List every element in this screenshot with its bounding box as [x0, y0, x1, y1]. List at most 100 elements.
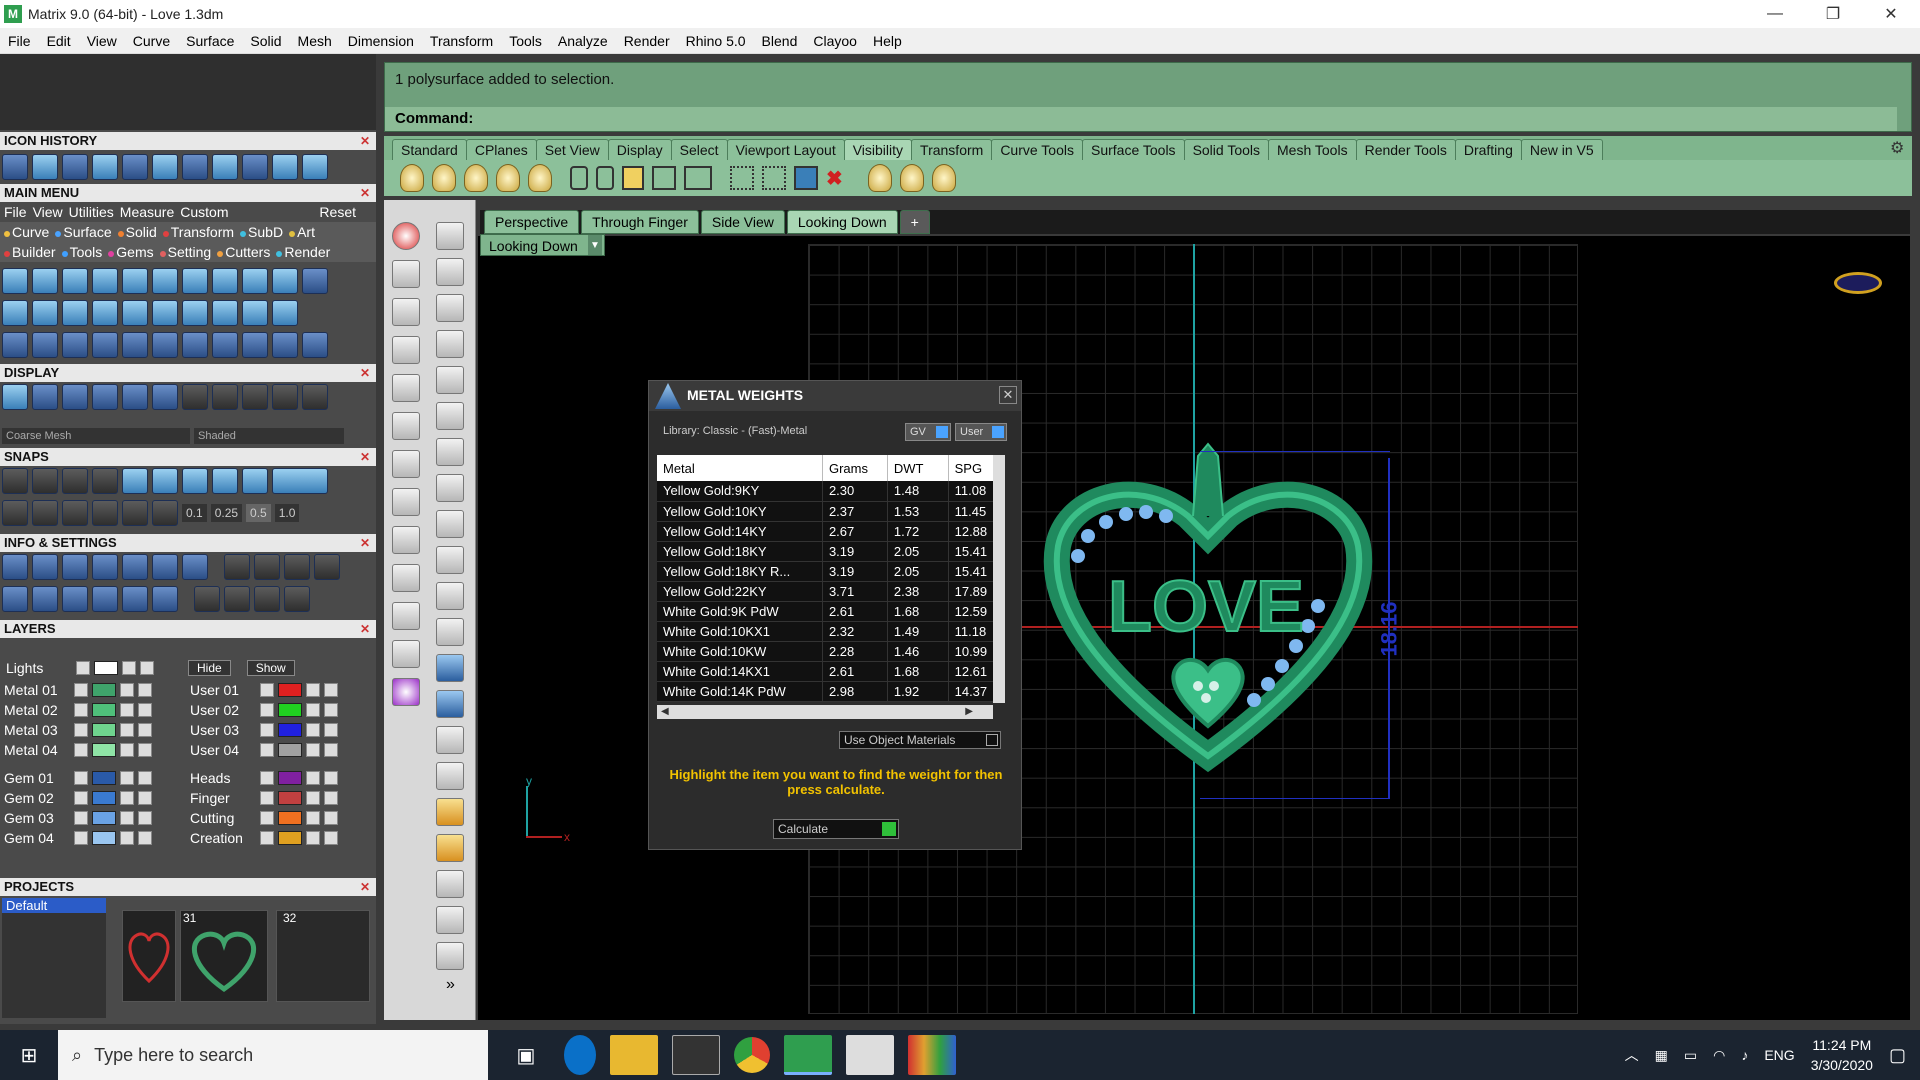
lock-icon[interactable]: [306, 771, 320, 785]
undo-icon[interactable]: [272, 154, 298, 180]
tool-icon[interactable]: [272, 268, 298, 294]
menu-tools[interactable]: Tools: [501, 33, 550, 49]
notification-icon[interactable]: ▢: [1889, 1045, 1906, 1066]
layer-toggle[interactable]: [138, 831, 152, 845]
circle-icon[interactable]: [436, 402, 464, 430]
table-row[interactable]: Yellow Gold:22KY 3.71 2.38 17.89: [657, 581, 1002, 602]
tool-icon[interactable]: [392, 602, 420, 630]
layer-toggle[interactable]: [324, 771, 338, 785]
main-menu-file[interactable]: File: [4, 204, 27, 220]
surface-icon[interactable]: [436, 618, 464, 646]
info-icon[interactable]: [152, 586, 178, 612]
category-surface[interactable]: Surface: [55, 224, 112, 240]
main-menu-utilities[interactable]: Utilities: [69, 204, 114, 220]
box-icon[interactable]: [392, 450, 420, 478]
shaded-icon[interactable]: [62, 384, 88, 410]
circle-icon[interactable]: [302, 332, 328, 358]
tool-icon[interactable]: [182, 332, 208, 358]
tool-icon[interactable]: [242, 268, 268, 294]
maximize-button[interactable]: ❐: [1804, 0, 1862, 28]
layer-toggle[interactable]: [138, 683, 152, 697]
isolate-icon[interactable]: [794, 166, 818, 190]
history-icon[interactable]: [122, 154, 148, 180]
tool-icon[interactable]: [122, 268, 148, 294]
chrome-icon[interactable]: [734, 1037, 770, 1073]
light-icon[interactable]: [436, 798, 464, 826]
grid-icon[interactable]: [2, 500, 28, 526]
layer-name[interactable]: Metal 02: [4, 702, 70, 718]
tab-solid-tools[interactable]: Solid Tools: [1183, 139, 1270, 160]
lock-icon[interactable]: [306, 743, 320, 757]
select-arrow-icon[interactable]: [436, 222, 464, 250]
layer-color[interactable]: [92, 771, 116, 785]
tool-icon[interactable]: [152, 268, 178, 294]
snap-icon[interactable]: [122, 468, 148, 494]
tool-icon[interactable]: [2, 300, 28, 326]
lock-icon[interactable]: [652, 166, 676, 190]
snap-icon[interactable]: [2, 468, 28, 494]
layer-row[interactable]: Gem 03: [4, 810, 152, 826]
tool-icon[interactable]: [92, 332, 118, 358]
tool-icon[interactable]: [272, 332, 298, 358]
lock-icon[interactable]: [120, 723, 134, 737]
layer-name[interactable]: User 04: [190, 742, 256, 758]
stop-icon[interactable]: [392, 222, 420, 250]
history-icon[interactable]: [2, 154, 28, 180]
tab-drafting[interactable]: Drafting: [1454, 139, 1522, 160]
display-icon[interactable]: [122, 384, 148, 410]
tool-icon[interactable]: [392, 260, 420, 288]
tool-icon[interactable]: [392, 640, 420, 668]
category-curve[interactable]: Curve: [4, 224, 49, 240]
layer-row[interactable]: Gem 02: [4, 790, 152, 806]
snap-icon[interactable]: [152, 500, 178, 526]
solid-icon[interactable]: [436, 654, 464, 682]
task-view-icon[interactable]: ▣: [502, 1035, 550, 1075]
tab-transform[interactable]: Transform: [911, 139, 993, 160]
tool-icon[interactable]: [152, 332, 178, 358]
info-icon[interactable]: [92, 586, 118, 612]
layer-name[interactable]: Gem 02: [4, 790, 70, 806]
lock-icon[interactable]: [306, 723, 320, 737]
info-icon[interactable]: [254, 554, 280, 580]
layer-color[interactable]: [278, 683, 302, 697]
close-icon[interactable]: ✕: [360, 878, 370, 896]
layer-color[interactable]: [92, 703, 116, 717]
layer-toggle[interactable]: [260, 791, 274, 805]
category-setting[interactable]: Setting: [159, 244, 211, 260]
tool-icon[interactable]: [392, 298, 420, 326]
layer-color[interactable]: [94, 661, 118, 675]
table-vertical-scrollbar[interactable]: [993, 455, 1005, 703]
search-icon[interactable]: [32, 554, 58, 580]
snap-icon[interactable]: [92, 500, 118, 526]
viewport-tab-through-finger[interactable]: Through Finger: [581, 210, 699, 234]
tool-icon[interactable]: [92, 268, 118, 294]
snap-icon[interactable]: [272, 468, 328, 494]
layer-name[interactable]: Gem 03: [4, 810, 70, 826]
info-icon[interactable]: [92, 554, 118, 580]
layer-toggle[interactable]: [260, 723, 274, 737]
layer-color[interactable]: [92, 743, 116, 757]
surface-icon[interactable]: [436, 582, 464, 610]
ring-preview-icon[interactable]: [1834, 272, 1882, 294]
layer-toggle[interactable]: [260, 703, 274, 717]
sphere-icon[interactable]: [242, 384, 268, 410]
layer-toggle[interactable]: [324, 811, 338, 825]
minimize-button[interactable]: —: [1746, 0, 1804, 28]
project-default[interactable]: Default: [2, 898, 106, 913]
layer-row[interactable]: Finger: [190, 790, 338, 806]
info-icon[interactable]: [224, 554, 250, 580]
layer-toggle[interactable]: [138, 743, 152, 757]
snap-icon[interactable]: [122, 500, 148, 526]
show-bulb-icon[interactable]: [932, 164, 956, 192]
box-icon[interactable]: [392, 526, 420, 554]
menu-analyze[interactable]: Analyze: [550, 33, 616, 49]
select-icon[interactable]: [730, 166, 754, 190]
photos-icon[interactable]: [672, 1035, 720, 1075]
history-icon[interactable]: [62, 154, 88, 180]
tool-icon[interactable]: [2, 332, 28, 358]
menu-view[interactable]: View: [79, 33, 125, 49]
category-render[interactable]: Render: [276, 244, 330, 260]
tool-icon[interactable]: [2, 268, 28, 294]
battery-icon[interactable]: ▭: [1684, 1047, 1697, 1064]
history-icon[interactable]: [152, 154, 178, 180]
